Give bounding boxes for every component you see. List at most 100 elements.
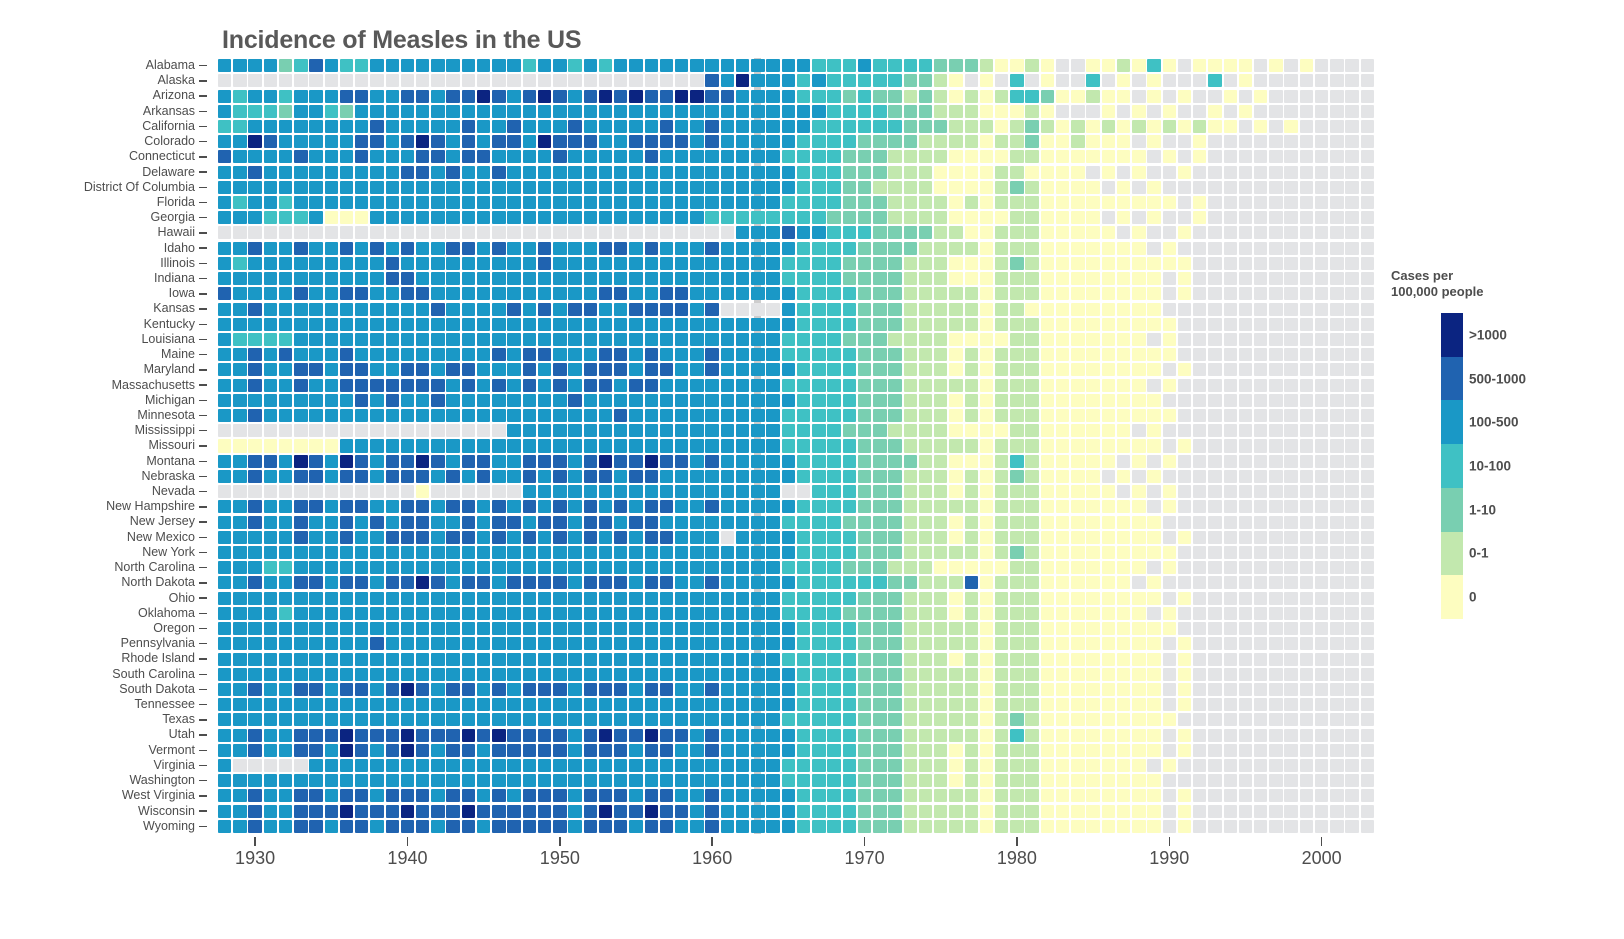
heatmap-cell	[1025, 348, 1039, 362]
heatmap-cell	[781, 591, 796, 605]
heatmap-cell	[446, 378, 460, 392]
heatmap-cell	[568, 637, 582, 651]
heatmap-cell	[1314, 165, 1329, 179]
heatmap-cell	[994, 439, 1009, 453]
heatmap-cell	[1269, 241, 1283, 255]
heatmap-cell	[1330, 424, 1344, 438]
heatmap-cell	[1223, 378, 1237, 392]
heatmap-cell	[233, 348, 247, 362]
heatmap-cell	[1010, 622, 1024, 636]
heatmap-cell	[994, 211, 1009, 225]
heatmap-cell	[857, 256, 872, 270]
heatmap-cell	[644, 652, 658, 666]
heatmap-cell	[507, 682, 521, 696]
heatmap-cell	[675, 74, 689, 88]
heatmap-cell	[1360, 424, 1375, 438]
heatmap-cell	[537, 439, 552, 453]
heatmap-cell	[415, 241, 430, 255]
heatmap-cell	[1284, 74, 1298, 88]
heatmap-cell	[796, 439, 811, 453]
heatmap-cell	[751, 89, 765, 103]
heatmap-cell	[370, 561, 384, 575]
heatmap-cell	[492, 667, 506, 681]
heatmap-cell	[629, 135, 643, 149]
heatmap-cell	[1071, 804, 1085, 818]
heatmap-cell	[1360, 606, 1375, 620]
heatmap-cell	[720, 363, 735, 377]
heatmap-row	[217, 119, 1375, 134]
heatmap-cell	[446, 317, 460, 331]
heatmap-cell	[385, 393, 399, 407]
heatmap-cell	[415, 180, 430, 194]
heatmap-cell	[370, 119, 384, 133]
heatmap-cell	[934, 272, 948, 286]
heatmap-cell	[1208, 789, 1222, 803]
heatmap-cell	[370, 759, 384, 773]
heatmap-cell	[735, 424, 750, 438]
heatmap-cell	[1330, 241, 1344, 255]
heatmap-cell	[796, 743, 811, 757]
heatmap-cell	[1299, 439, 1314, 453]
heatmap-cell	[1177, 332, 1192, 346]
heatmap-cell	[1101, 211, 1116, 225]
heatmap-cell	[659, 591, 674, 605]
heatmap-cell	[1345, 485, 1359, 499]
heatmap-cell	[1025, 759, 1039, 773]
heatmap-cell	[1330, 287, 1344, 301]
heatmap-cell	[1299, 378, 1314, 392]
heatmap-cell	[949, 698, 963, 712]
heatmap-cell	[1055, 576, 1070, 590]
heatmap-cell	[233, 256, 247, 270]
heatmap-cell	[553, 211, 567, 225]
heatmap-cell	[370, 637, 384, 651]
heatmap-cell	[1223, 287, 1237, 301]
heatmap-cell	[1314, 713, 1329, 727]
heatmap-cell	[1360, 363, 1375, 377]
heatmap-cell	[294, 789, 308, 803]
heatmap-cell	[1254, 150, 1268, 164]
heatmap-cell	[1254, 682, 1268, 696]
heatmap-cell	[1101, 241, 1116, 255]
heatmap-cell	[1269, 332, 1283, 346]
heatmap-cell	[812, 515, 826, 529]
heatmap-cell	[1040, 545, 1055, 559]
heatmap-cell	[278, 150, 293, 164]
heatmap-cell	[964, 500, 978, 514]
heatmap-cell	[812, 302, 826, 316]
heatmap-cell	[553, 500, 567, 514]
heatmap-cell	[1055, 104, 1070, 118]
heatmap-cell	[735, 469, 750, 483]
heatmap-cell	[735, 226, 750, 240]
heatmap-cell	[507, 454, 521, 468]
heatmap-cell	[1360, 211, 1375, 225]
heatmap-cell	[903, 743, 917, 757]
heatmap-cell	[537, 485, 552, 499]
heatmap-cell	[583, 454, 597, 468]
heatmap-cell	[918, 774, 933, 788]
heatmap-cell	[324, 378, 338, 392]
heatmap-cell	[1162, 302, 1176, 316]
heatmap-cell	[278, 226, 293, 240]
heatmap-cell	[263, 196, 278, 210]
heatmap-cell	[690, 545, 704, 559]
heatmap-cell	[690, 743, 704, 757]
heatmap-cell	[857, 332, 872, 346]
heatmap-cell	[1025, 667, 1039, 681]
heatmap-cell	[873, 317, 887, 331]
heatmap-cell	[751, 622, 765, 636]
y-axis-label: Michigan	[144, 392, 195, 407]
heatmap-cell	[979, 713, 994, 727]
heatmap-cell	[1132, 89, 1146, 103]
heatmap-cell	[1177, 728, 1192, 742]
heatmap-cell	[918, 119, 933, 133]
heatmap-cell	[979, 211, 994, 225]
heatmap-cell	[355, 409, 369, 423]
heatmap-cell	[766, 348, 780, 362]
heatmap-cell	[1010, 545, 1024, 559]
heatmap-cell	[857, 545, 872, 559]
heatmap-cell	[1162, 454, 1176, 468]
heatmap-cell	[994, 819, 1009, 833]
heatmap-cell	[934, 591, 948, 605]
heatmap-cell	[1132, 743, 1146, 757]
heatmap-cell	[1025, 789, 1039, 803]
